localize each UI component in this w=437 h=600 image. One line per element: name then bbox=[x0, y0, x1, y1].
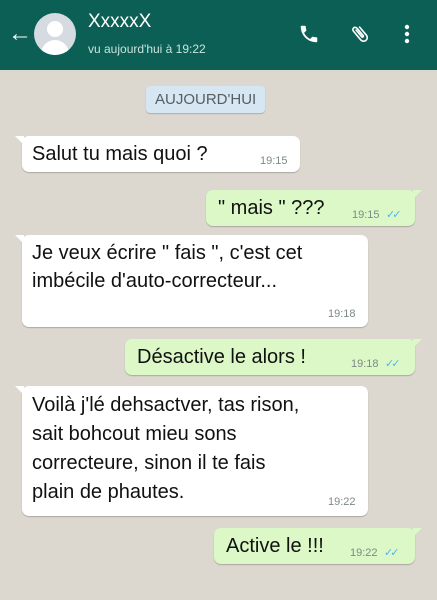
paperclip-icon[interactable] bbox=[349, 23, 371, 50]
message-incoming[interactable]: Voilà j'lé dehsactver, tas rison, sait b… bbox=[15, 386, 368, 516]
message-text: Voilà j'lé dehsactver, tas rison, bbox=[32, 394, 300, 416]
message-incoming[interactable]: Salut tu mais quoi ? 19:15 bbox=[15, 136, 300, 172]
message-text: Je veux écrire " fais ", c'est cet bbox=[32, 242, 303, 264]
message-text: " mais " ??? bbox=[218, 197, 325, 219]
contact-name[interactable]: XxxxxX bbox=[88, 11, 151, 33]
double-check-icon: ✓✓ bbox=[385, 358, 401, 370]
message-text: correcteure, sinon il te fais bbox=[32, 452, 266, 474]
message-time: 19:15 bbox=[352, 209, 380, 221]
message-text: Active le !!! bbox=[226, 535, 324, 557]
message-text: Salut tu mais quoi ? bbox=[32, 143, 208, 165]
date-chip: AUJOURD'HUI bbox=[146, 86, 266, 113]
chat-header: ← XxxxxX vu aujourd'hui à 19:22 bbox=[0, 0, 437, 70]
message-text: Désactive le alors ! bbox=[137, 346, 306, 368]
arrow-left-icon[interactable]: ← bbox=[8, 22, 32, 46]
last-seen: vu aujourd'hui à 19:22 bbox=[88, 42, 206, 56]
message-incoming[interactable]: Je veux écrire " fais ", c'est cet imbéc… bbox=[15, 235, 368, 327]
message-text: imbécile d'auto-correcteur... bbox=[32, 270, 278, 292]
phone-icon[interactable] bbox=[298, 23, 320, 50]
message-time: 19:18 bbox=[351, 358, 379, 370]
message-time: 19:18 bbox=[328, 308, 356, 320]
avatar[interactable] bbox=[34, 13, 76, 55]
message-time: 19:22 bbox=[350, 547, 378, 559]
message-text: plain de phautes. bbox=[32, 481, 185, 503]
chat-area: AUJOURD'HUI Salut tu mais quoi ? 19:15 "… bbox=[0, 70, 437, 600]
message-outgoing[interactable]: Désactive le alors ! 19:18 ✓✓ bbox=[125, 339, 422, 375]
more-vert-icon[interactable] bbox=[400, 23, 414, 50]
message-text: sait bohcout mieu sons bbox=[32, 423, 237, 445]
double-check-icon: ✓✓ bbox=[386, 209, 402, 221]
message-outgoing[interactable]: " mais " ??? 19:15 ✓✓ bbox=[206, 190, 422, 226]
message-time: 19:22 bbox=[328, 496, 356, 508]
message-outgoing[interactable]: Active le !!! 19:22 ✓✓ bbox=[214, 528, 422, 564]
message-time: 19:15 bbox=[260, 155, 288, 167]
double-check-icon: ✓✓ bbox=[384, 547, 400, 559]
